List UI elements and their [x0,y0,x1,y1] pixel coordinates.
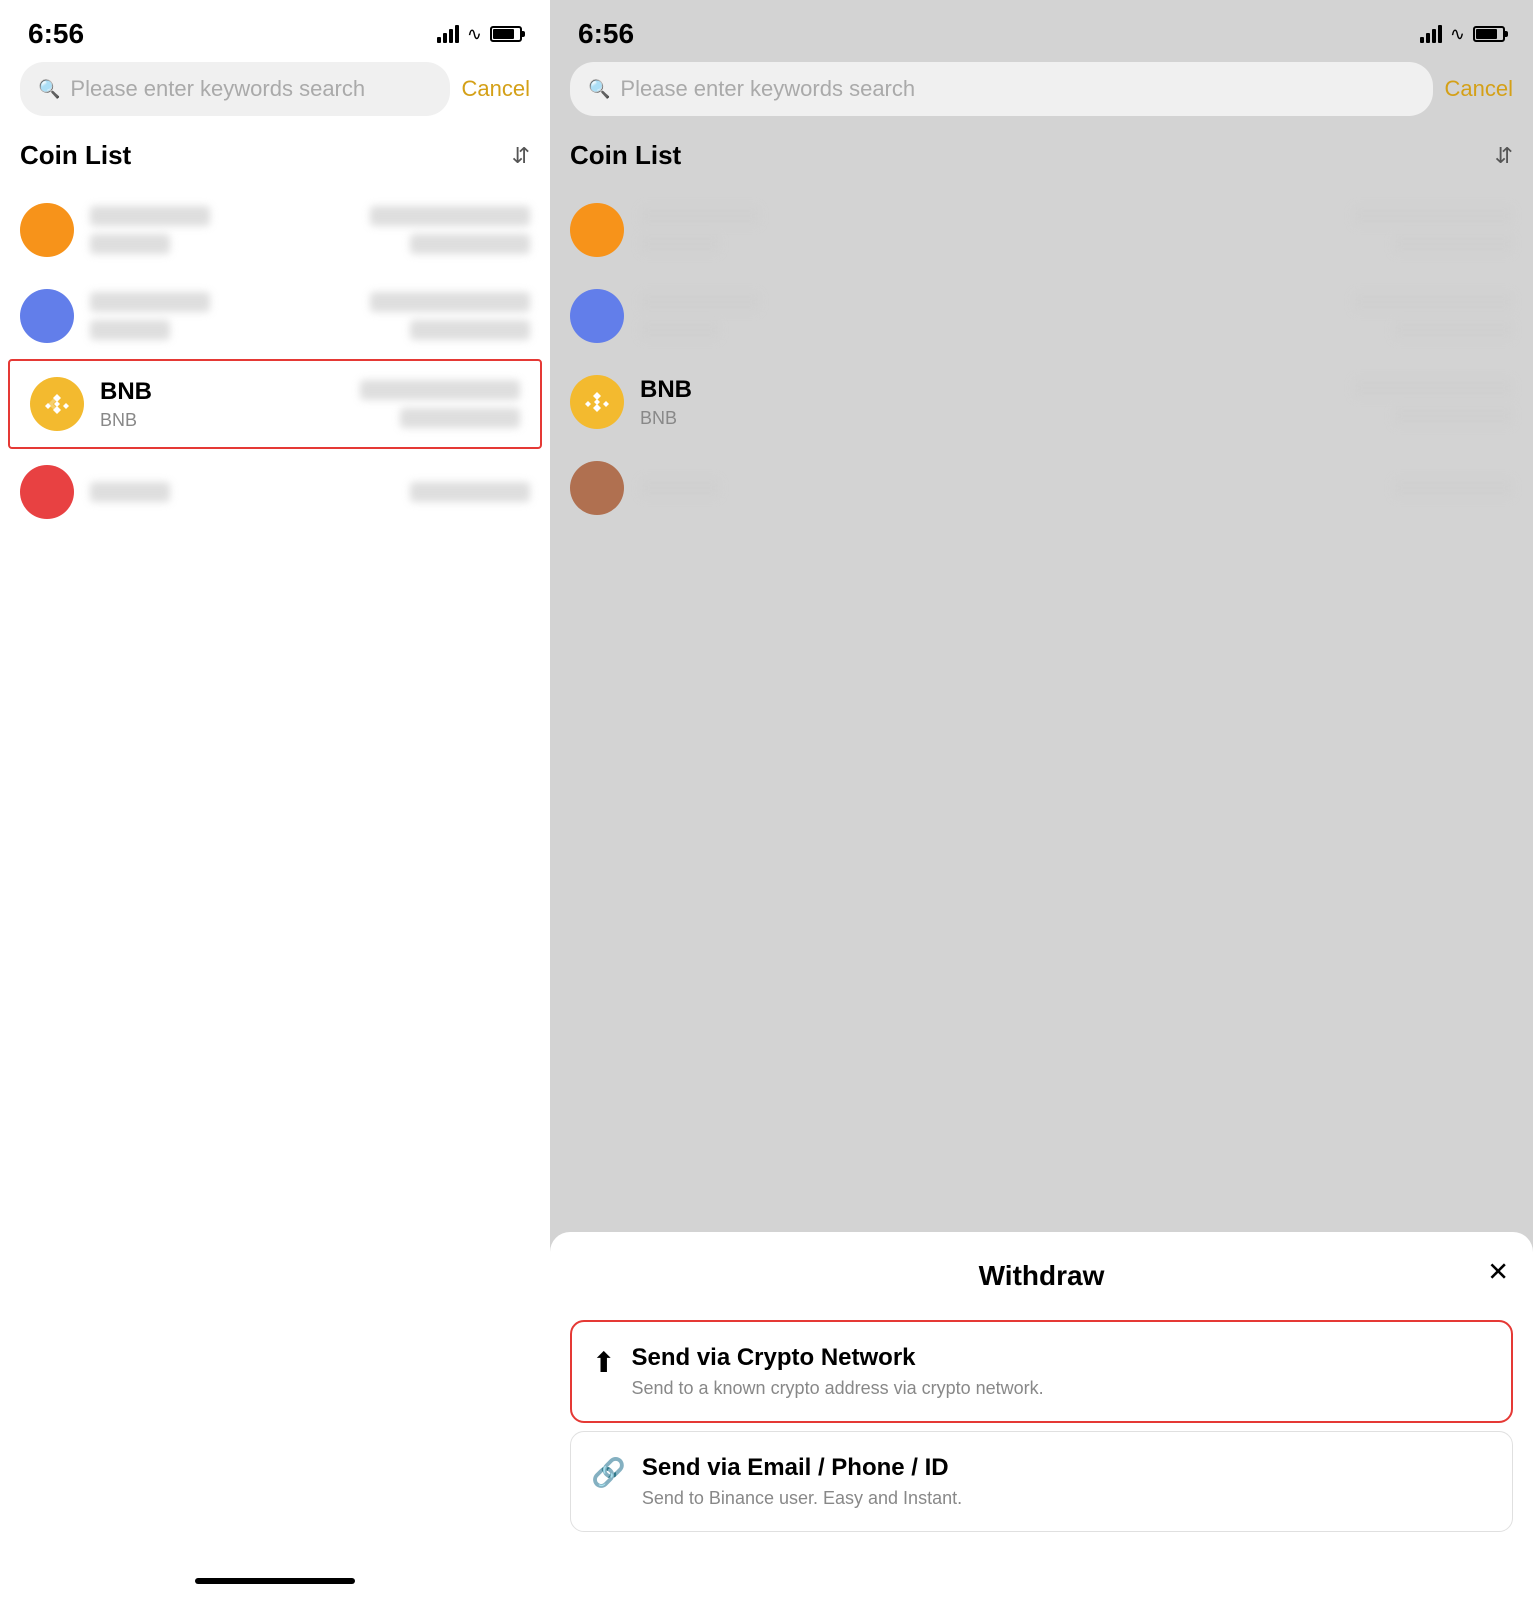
coin-name-blurred [90,292,210,312]
left-panel: 6:56 ∿ 🔍 Please enter keywords search Ca… [0,0,550,1600]
search-input-right[interactable]: 🔍 Please enter keywords search [570,62,1433,116]
send-crypto-option[interactable]: ⬆ Send via Crypto Network Send to a know… [570,1320,1513,1423]
send-email-option[interactable]: 🔗 Send via Email / Phone / ID Send to Bi… [570,1431,1513,1532]
bnb-coin-info: BNB BNB [100,378,360,431]
wifi-icon: ∿ [467,24,482,45]
coin-list-title-right: Coin List [570,140,681,171]
status-icons-left: ∿ [437,24,522,45]
time-right: 6:56 [578,18,634,50]
send-email-desc: Send to Binance user. Easy and Instant. [642,1488,962,1509]
send-email-title: Send via Email / Phone / ID [642,1454,962,1482]
coin-icon-bnb [30,377,84,431]
list-item[interactable] [550,187,1533,273]
cancel-button-right[interactable]: Cancel [1445,76,1513,102]
coin-info [90,292,370,340]
coin-right-blurred [370,206,530,254]
withdraw-modal: Withdraw ✕ ⬆ Send via Crypto Network Sen… [550,1232,1533,1600]
sort-icon-right[interactable]: ⇵ [1495,143,1513,169]
coin-icon-orange-right [570,203,624,257]
coin-list-header-right: Coin List ⇵ [550,132,1533,187]
search-bar-left: 🔍 Please enter keywords search Cancel [0,62,550,116]
wifi-icon-right: ∿ [1450,24,1465,45]
status-bar-left: 6:56 ∿ [0,0,550,62]
search-bar-right: 🔍 Please enter keywords search Cancel [550,62,1533,116]
coin-icon-blue-right [570,289,624,343]
status-icons-right: ∿ [1420,24,1505,45]
coin-info [90,206,370,254]
modal-close-button[interactable]: ✕ [1487,1257,1509,1288]
list-item[interactable] [550,273,1533,359]
signal-icon-right [1420,25,1442,43]
bnb-name: BNB [100,378,360,406]
coin-right-blurred [410,482,530,502]
list-item[interactable] [550,445,1533,531]
coin-name-blurred [90,482,170,502]
coin-icon-blue [20,289,74,343]
cancel-button-left[interactable]: Cancel [462,76,530,102]
search-icon-left: 🔍 [38,79,60,100]
modal-header: Withdraw ✕ [550,1232,1533,1312]
search-input-left[interactable]: 🔍 Please enter keywords search [20,62,450,116]
sort-icon-left[interactable]: ⇵ [512,143,530,169]
battery-icon [490,26,522,42]
coin-symbol-blurred [90,320,170,340]
coin-icon-brown-right [570,461,624,515]
coin-icon-red [20,465,74,519]
coin-right-blurred [360,380,520,428]
time-left: 6:56 [28,18,84,50]
coin-right-blurred [370,292,530,340]
coin-name-blurred [90,206,210,226]
list-item[interactable] [0,187,550,273]
send-crypto-text: Send via Crypto Network Send to a known … [631,1344,1043,1399]
signal-icon [437,25,459,43]
search-placeholder-right: Please enter keywords search [620,76,915,102]
coin-icon-orange [20,203,74,257]
coin-icon-bnb-right [570,375,624,429]
coin-symbol-blurred [90,234,170,254]
send-crypto-desc: Send to a known crypto address via crypt… [631,1378,1043,1399]
battery-icon-right [1473,26,1505,42]
list-item[interactable] [0,449,550,535]
coin-list-title-left: Coin List [20,140,131,171]
search-placeholder-left: Please enter keywords search [70,76,365,102]
modal-title: Withdraw [979,1260,1105,1292]
bnb-symbol: BNB [100,410,360,431]
upload-icon: ⬆ [592,1346,615,1379]
status-bar-right: 6:56 ∿ [550,0,1533,62]
bnb-list-item[interactable]: BNB BNB [8,359,542,449]
link-icon: 🔗 [591,1456,626,1489]
bnb-list-item-right[interactable]: BNB BNB [550,359,1533,445]
send-crypto-title: Send via Crypto Network [631,1344,1043,1372]
send-email-text: Send via Email / Phone / ID Send to Bina… [642,1454,962,1509]
right-panel: 6:56 ∿ 🔍 Please enter keywords search [550,0,1533,1600]
search-icon-right: 🔍 [588,79,610,100]
coin-info [90,482,410,502]
home-indicator-left [195,1578,355,1584]
bnb-name-right: BNB [640,376,1353,404]
coin-list-header-left: Coin List ⇵ [0,132,550,187]
list-item[interactable] [0,273,550,359]
bnb-symbol-right: BNB [640,408,1353,429]
